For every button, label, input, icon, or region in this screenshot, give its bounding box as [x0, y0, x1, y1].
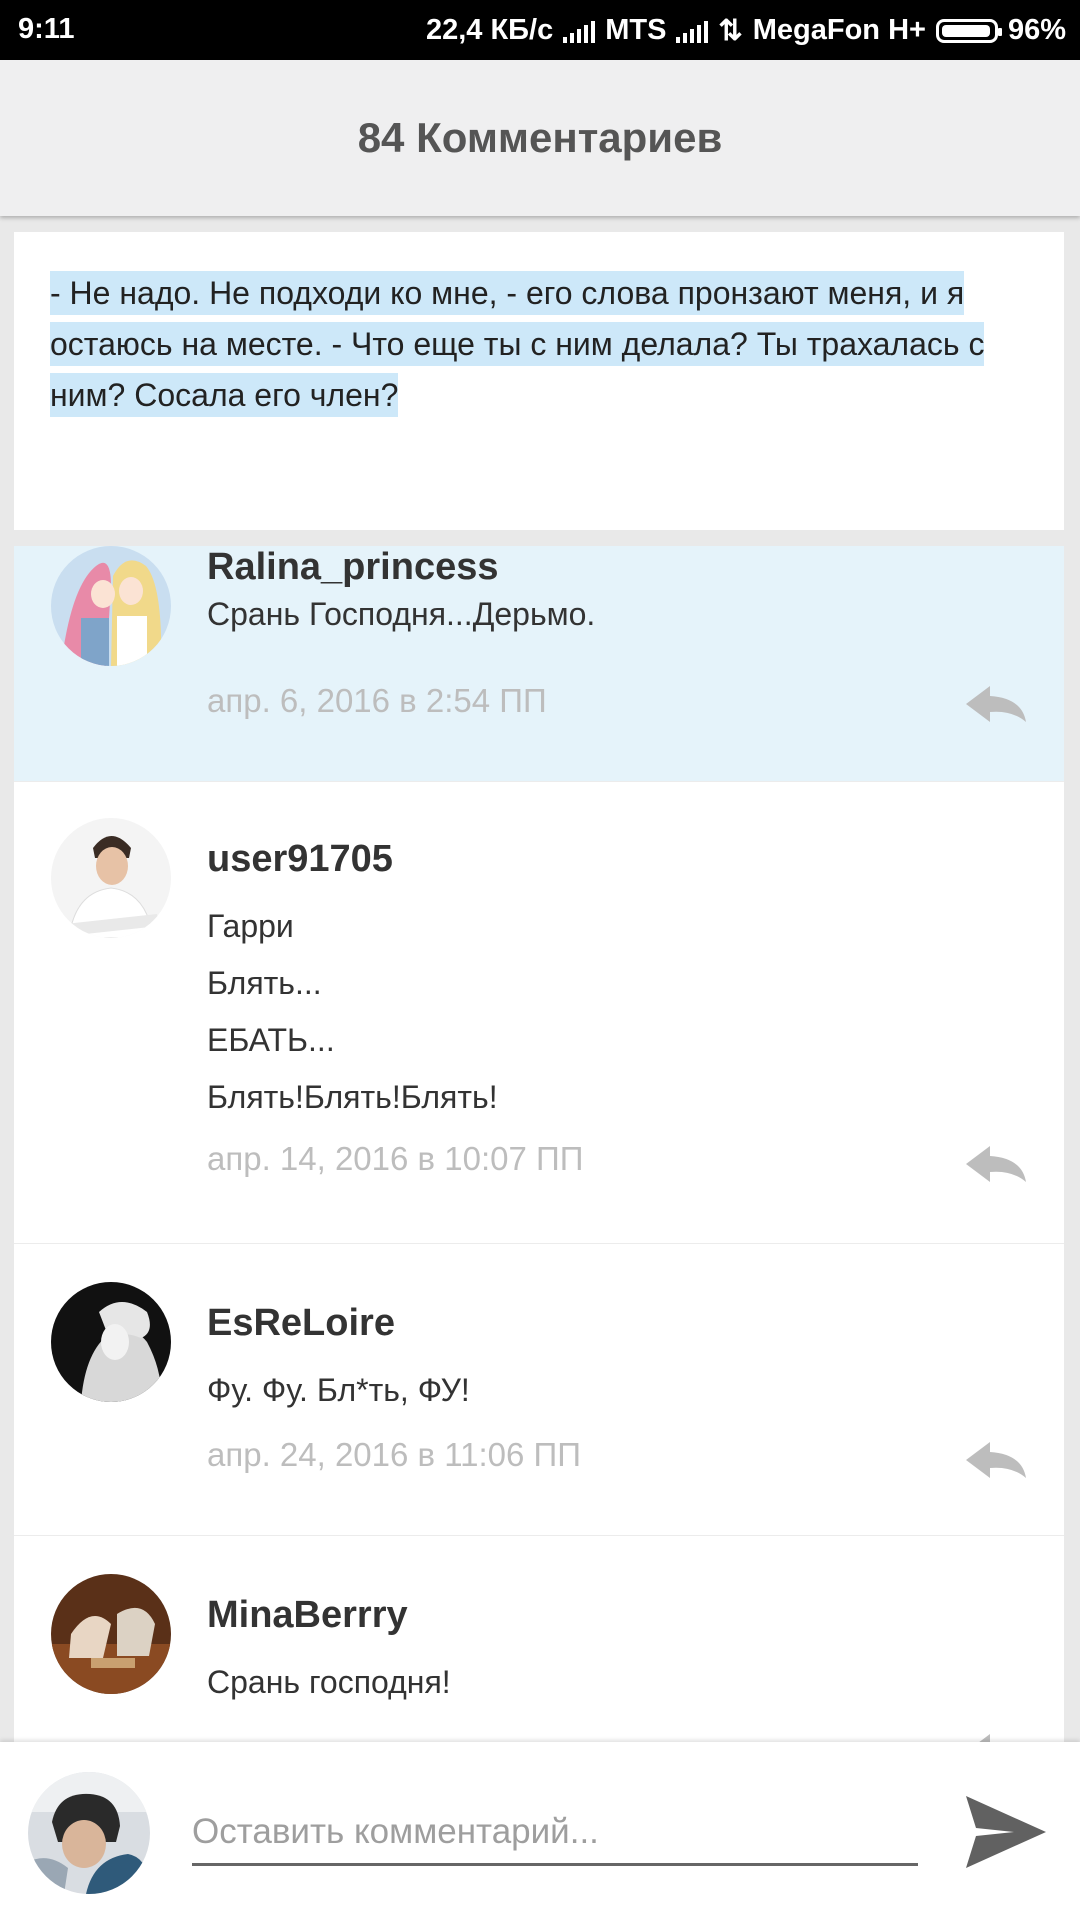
comment-line: Блять... [207, 965, 322, 1001]
data-arrows-icon: ⇅ [718, 15, 743, 47]
reply-icon[interactable] [964, 1440, 1028, 1480]
header-bar: 84 Комментариев [0, 60, 1080, 216]
compose-bar [0, 1742, 1080, 1920]
page-title: 84 Комментариев [357, 114, 723, 161]
current-user-avatar[interactable] [28, 1772, 150, 1894]
quoted-passage[interactable]: - Не надо. Не подходи ко мне, - его слов… [50, 268, 1028, 421]
comment-input[interactable] [192, 1800, 918, 1866]
reply-icon[interactable] [964, 684, 1028, 724]
network-speed: 22,4 КБ/с [425, 14, 554, 46]
battery-icon [935, 18, 1002, 43]
quoted-passage-text: - Не надо. Не подходи ко мне, - его слов… [50, 271, 985, 417]
send-icon[interactable] [962, 1792, 1048, 1872]
comment-date: апр. 6, 2016 в 2:54 ПП [207, 682, 547, 719]
signal-icon-2 [676, 19, 709, 43]
avatar[interactable] [51, 818, 171, 938]
comment-line: Срань Господня...Дерьмо. [207, 596, 596, 632]
comment-date: апр. 14, 2016 в 10:07 ПП [207, 1140, 584, 1177]
comment-line: Блять!Блять!Блять! [207, 1079, 498, 1115]
comment-body: Гарри Блять... ЕБАТЬ... Блять!Блять!Блят… [207, 898, 498, 1126]
reply-icon[interactable] [964, 1144, 1028, 1184]
comment-username[interactable]: Ralina_princess [207, 546, 498, 589]
comment-line: Фу. Фу. Бл*ть, ФУ! [207, 1372, 470, 1408]
comment-username[interactable]: user91705 [207, 838, 393, 881]
avatar[interactable] [51, 1574, 171, 1694]
comment-body: Фу. Фу. Бл*ть, ФУ! [207, 1362, 470, 1419]
comment-date: апр. 24, 2016 в 11:06 ПП [207, 1436, 581, 1473]
status-time: 9:11 [18, 13, 75, 45]
comment-line: Срань господня! [207, 1664, 451, 1700]
carrier-2: MegaFon H+ [752, 14, 926, 46]
battery-percent: 96% [1007, 14, 1066, 46]
carrier-1: MTS [605, 14, 667, 46]
quoted-passage-card: - Не надо. Не подходи ко мне, - его слов… [14, 232, 1064, 530]
status-right: 22,4 КБ/с MTS ⇅ MegaFon H+ 96% [426, 13, 1066, 48]
signal-icon [563, 19, 596, 43]
comment-username[interactable]: MinaBerrry [207, 1594, 408, 1637]
comment-item[interactable]: EsReLoire Фу. Фу. Бл*ть, ФУ! апр. 24, 20… [14, 1244, 1064, 1536]
comment-line: Гарри [207, 908, 294, 944]
comment-item[interactable]: Ralina_princess Срань Господня...Дерьмо.… [14, 546, 1064, 782]
comment-body: Срань господня! [207, 1654, 451, 1711]
avatar[interactable] [51, 546, 171, 666]
comment-line: ЕБАТЬ... [207, 1022, 335, 1058]
comment-username[interactable]: EsReLoire [207, 1302, 395, 1345]
comment-item[interactable]: user91705 Гарри Блять... ЕБАТЬ... Блять!… [14, 782, 1064, 1244]
status-bar: 9:11 22,4 КБ/с MTS ⇅ MegaFon H+ 96% [0, 0, 1080, 60]
comment-body: Срань Господня...Дерьмо. [207, 586, 595, 643]
avatar[interactable] [51, 1282, 171, 1402]
